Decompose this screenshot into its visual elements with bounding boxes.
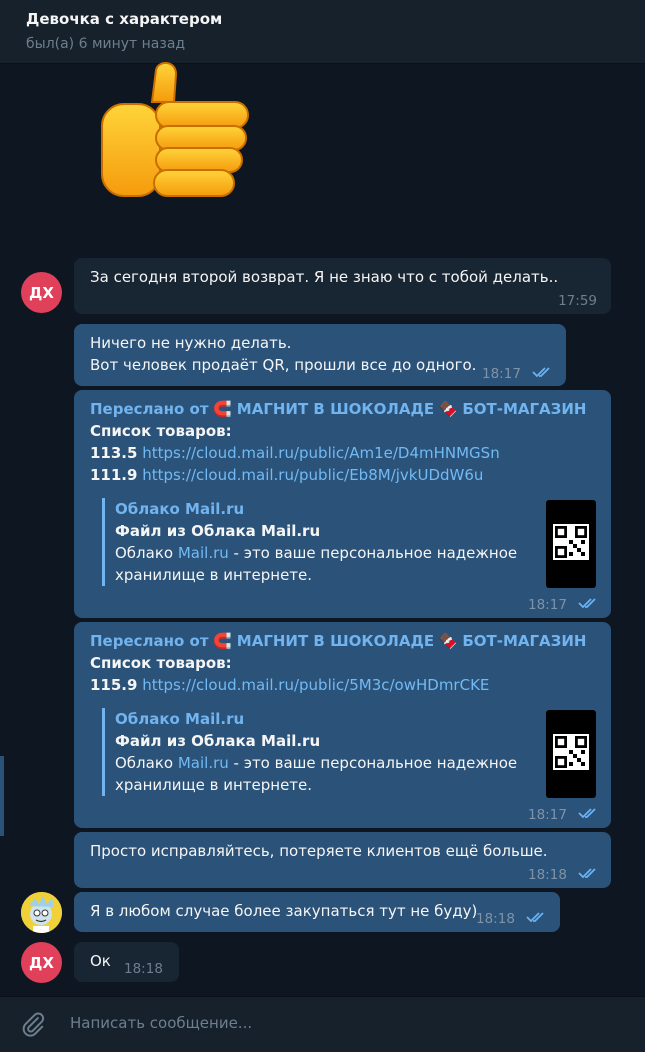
- attach-paperclip-icon[interactable]: [20, 1011, 46, 1037]
- last-seen-status: был(а) 6 минут назад: [26, 36, 186, 52]
- forwarded-header[interactable]: Переслано от 🧲 МАГНИТ В ШОКОЛАДЕ 🍫 БОТ-М…: [90, 398, 595, 420]
- qr-thumbnail[interactable]: [546, 710, 596, 798]
- message-text: Ничего не нужно делать.: [90, 334, 292, 352]
- preview-description: хранилище в интернете.: [115, 566, 313, 584]
- contact-avatar[interactable]: ДХ: [21, 942, 62, 983]
- message-input[interactable]: Написать сообщение...: [70, 1014, 252, 1032]
- forwarded-message[interactable]: Переслано от 🧲 МАГНИТ В ШОКОЛАДЕ 🍫 БОТ-М…: [74, 622, 611, 828]
- cartoon-avatar-icon: [21, 892, 62, 933]
- chat-header[interactable]: Девочка с характером был(а) 6 минут наза…: [0, 0, 645, 64]
- preview-site: Облако Mail.ru: [115, 710, 245, 728]
- message-outgoing[interactable]: Ничего не нужно делать. Вот человек прод…: [74, 324, 566, 386]
- list-title: Список товаров:: [90, 422, 232, 440]
- cloud-link[interactable]: https://cloud.mail.ru/public/Eb8M/jvkUDd…: [142, 466, 483, 484]
- scroll-indicator[interactable]: [0, 756, 4, 836]
- link-preview[interactable]: Облако Mail.ru Файл из Облака Mail.ru Об…: [102, 708, 535, 796]
- preview-description: Облако Mail.ru - это ваше персональное н…: [115, 754, 518, 772]
- thumbs-up-sticker[interactable]: [94, 62, 254, 204]
- read-checkmarks-icon: [526, 912, 544, 923]
- preview-title: Файл из Облака Mail.ru: [115, 732, 321, 750]
- user-avatar[interactable]: [21, 892, 62, 933]
- chat-title[interactable]: Девочка с характером: [26, 10, 222, 28]
- chocolate-icon: 🍫: [438, 400, 458, 418]
- message-text: Я в любом случае более закупаться тут не…: [90, 902, 478, 920]
- read-checkmarks-icon: [532, 367, 550, 378]
- magnet-icon: 🧲: [213, 400, 232, 418]
- qr-thumbnail[interactable]: [546, 500, 596, 588]
- preview-description: Облако Mail.ru - это ваше персональное н…: [115, 544, 518, 562]
- cloud-link[interactable]: https://cloud.mail.ru/public/5M3c/owHDmr…: [142, 676, 489, 694]
- forwarded-header[interactable]: Переслано от 🧲 МАГНИТ В ШОКОЛАДЕ 🍫 БОТ-М…: [90, 630, 595, 652]
- product-line: 111.9 https://cloud.mail.ru/public/Eb8M/…: [90, 466, 484, 484]
- message-time: 18:17: [528, 597, 567, 613]
- message-time: 18:18: [124, 961, 163, 977]
- message-text: Ок: [90, 952, 111, 970]
- product-line: 113.5 https://cloud.mail.ru/public/Am1e/…: [90, 444, 500, 462]
- message-incoming[interactable]: За сегодня второй возврат. Я не знаю что…: [74, 258, 611, 314]
- qr-code-icon: [553, 524, 589, 560]
- preview-title: Файл из Облака Mail.ru: [115, 522, 321, 540]
- message-time: 17:59: [558, 293, 597, 309]
- product-line: 115.9 https://cloud.mail.ru/public/5M3c/…: [90, 676, 490, 694]
- list-title: Список товаров:: [90, 654, 232, 672]
- message-time: 18:17: [528, 807, 567, 823]
- message-incoming[interactable]: Ок 18:18: [74, 942, 179, 982]
- message-text: За сегодня второй возврат. Я не знаю что…: [90, 268, 559, 286]
- link-preview[interactable]: Облако Mail.ru Файл из Облака Mail.ru Об…: [102, 498, 535, 586]
- message-time: 18:18: [476, 911, 515, 927]
- message-outgoing[interactable]: Просто исправляйтесь, потеряете клиентов…: [74, 832, 611, 888]
- read-checkmarks-icon: [578, 868, 596, 879]
- contact-avatar[interactable]: ДХ: [21, 272, 62, 313]
- preview-site: Облако Mail.ru: [115, 500, 245, 518]
- message-time: 18:18: [528, 867, 567, 883]
- message-composer[interactable]: Написать сообщение...: [0, 996, 645, 1052]
- chocolate-icon: 🍫: [438, 632, 458, 650]
- read-checkmarks-icon: [578, 808, 596, 819]
- preview-description: хранилище в интернете.: [115, 776, 313, 794]
- forwarded-message[interactable]: Переслано от 🧲 МАГНИТ В ШОКОЛАДЕ 🍫 БОТ-М…: [74, 390, 611, 618]
- message-time: 18:17: [482, 366, 521, 382]
- read-checkmarks-icon: [578, 598, 596, 609]
- magnet-icon: 🧲: [213, 632, 232, 650]
- message-outgoing[interactable]: Я в любом случае более закупаться тут не…: [74, 892, 560, 932]
- message-text: Вот человек продаёт QR, прошли все до од…: [90, 356, 477, 374]
- cloud-link[interactable]: https://cloud.mail.ru/public/Am1e/D4mHNM…: [142, 444, 499, 462]
- message-text: Просто исправляйтесь, потеряете клиентов…: [90, 842, 548, 860]
- qr-code-icon: [553, 734, 589, 770]
